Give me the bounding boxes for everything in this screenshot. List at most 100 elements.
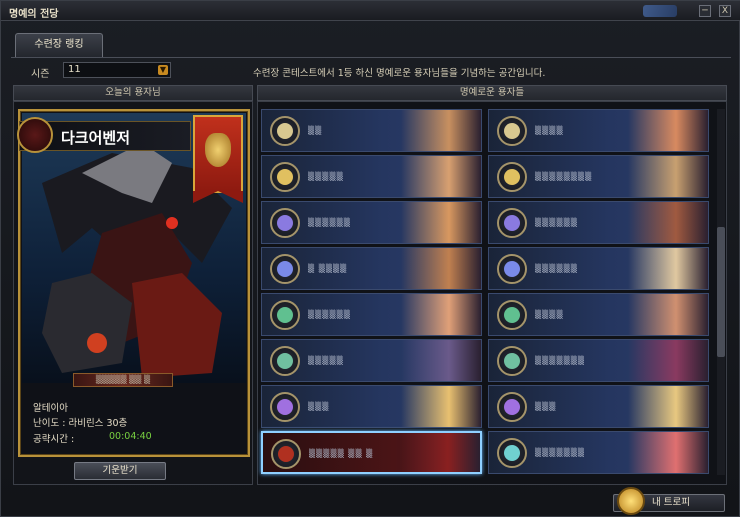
- character-portrait: [401, 340, 481, 381]
- rank-medal-icon: [270, 116, 300, 146]
- rank-medal-icon: [497, 392, 527, 422]
- rank-medal-icon: [497, 346, 527, 376]
- tab-divider: [11, 57, 731, 58]
- character-portrait: [628, 248, 708, 289]
- hero-clear-time-label: 공략시간 :: [33, 434, 75, 445]
- honored-entry[interactable]: ▒ ▒▒▒▒: [261, 247, 482, 290]
- season-label: 시즌: [31, 69, 50, 80]
- medal-gem-icon: [277, 169, 293, 185]
- trophy-icon: [617, 487, 645, 515]
- character-portrait: [400, 433, 480, 472]
- minimize-button[interactable]: ─: [699, 5, 711, 17]
- honored-entry[interactable]: ▒▒▒▒▒▒▒: [488, 431, 709, 474]
- honored-player-name: ▒▒▒▒▒▒▒: [535, 448, 586, 457]
- honored-player-name: ▒▒▒▒: [535, 126, 564, 135]
- season-value: 11: [68, 64, 81, 75]
- character-portrait: [628, 156, 708, 197]
- honored-entry[interactable]: ▒▒▒▒: [488, 109, 709, 152]
- honored-entry[interactable]: ▒▒▒▒▒▒: [261, 293, 482, 336]
- honored-player-name: ▒▒▒: [535, 402, 557, 411]
- character-portrait: [628, 202, 708, 243]
- rank-medal-icon: [497, 438, 527, 468]
- rank-medal-icon: [271, 439, 301, 469]
- honored-player-name: ▒▒▒▒▒▒: [535, 218, 578, 227]
- honored-entry[interactable]: ▒▒▒: [261, 385, 482, 428]
- rank-medal-icon: [497, 162, 527, 192]
- tab-training-ranking[interactable]: 수련장 랭킹: [15, 33, 103, 57]
- medal-gem-icon: [277, 353, 293, 369]
- honored-heroes-header: 명예로운 용자들: [257, 85, 727, 101]
- rank-medal-icon: [497, 254, 527, 284]
- honored-entry[interactable]: ▒▒▒▒▒▒▒: [488, 339, 709, 382]
- medal-gem-icon: [504, 215, 520, 231]
- honored-entry[interactable]: ▒▒▒▒▒ ▒▒ ▒: [261, 431, 482, 474]
- medal-gem-icon: [277, 215, 293, 231]
- honored-player-name: ▒ ▒▒▒▒: [308, 264, 348, 273]
- hero-clear-time-value: 00:04:40: [109, 431, 152, 442]
- hero-player-name: ▒▒▒▒▒ ▒▒ ▒: [73, 373, 173, 387]
- medal-gem-icon: [277, 261, 293, 277]
- scrollbar-thumb[interactable]: [717, 227, 725, 357]
- hall-of-fame-window: 명예의 전당 ─ X 수련장 랭킹 시즌 11 ▼ 수련장 콘테스트에서 1등 …: [0, 0, 740, 517]
- honored-entry[interactable]: ▒▒▒▒▒▒: [488, 201, 709, 244]
- game-logo-icon: [643, 5, 677, 17]
- receive-energy-button[interactable]: 기운받기: [74, 462, 166, 480]
- today-hero-header: 오늘의 용자님: [13, 85, 253, 101]
- chevron-down-icon[interactable]: ▼: [158, 65, 168, 75]
- hero-difficulty: 난이도 : 라비린스 30층: [33, 418, 128, 429]
- medal-gem-icon: [504, 261, 520, 277]
- honored-player-name: ▒▒▒▒▒▒: [308, 218, 351, 227]
- character-portrait: [628, 294, 708, 335]
- medal-gem-icon: [504, 169, 520, 185]
- honored-player-name: ▒▒: [308, 126, 323, 135]
- honored-player-name: ▒▒▒▒▒▒: [308, 310, 351, 319]
- character-portrait: [401, 156, 481, 197]
- medal-gem-icon: [504, 307, 520, 323]
- window-title: 명예의 전당: [9, 9, 59, 20]
- honored-entry[interactable]: ▒▒: [261, 109, 482, 152]
- character-portrait: [401, 248, 481, 289]
- character-portrait: [628, 340, 708, 381]
- medal-gem-icon: [277, 399, 293, 415]
- rank-medal-icon: [497, 116, 527, 146]
- season-dropdown[interactable]: 11 ▼: [63, 62, 171, 78]
- rank-medal-icon: [270, 254, 300, 284]
- honored-player-name: ▒▒▒▒▒▒▒▒: [535, 172, 593, 181]
- character-portrait: [628, 432, 708, 473]
- page-subtitle: 수련장 콘테스트에서 1등 하신 명예로운 용자님들을 기념하는 공간입니다.: [253, 68, 546, 79]
- rank-medal-icon: [270, 346, 300, 376]
- rank-medal-icon: [497, 300, 527, 330]
- honored-entry[interactable]: ▒▒▒▒▒▒: [488, 247, 709, 290]
- medal-gem-icon: [504, 123, 520, 139]
- rank-medal-icon: [270, 300, 300, 330]
- honored-player-name: ▒▒▒▒▒▒: [535, 264, 578, 273]
- rank-medal-icon: [270, 392, 300, 422]
- title-bar[interactable]: 명예의 전당 ─ X: [1, 1, 740, 21]
- honored-entry[interactable]: ▒▒▒▒▒: [261, 155, 482, 198]
- rank-medal-icon: [497, 208, 527, 238]
- character-portrait: [401, 110, 481, 151]
- class-emblem-icon: [17, 117, 53, 153]
- character-portrait: [401, 202, 481, 243]
- honored-player-name: ▒▒▒▒▒▒▒: [535, 356, 586, 365]
- character-portrait: [628, 386, 708, 427]
- honored-entry[interactable]: ▒▒▒▒▒▒▒▒: [488, 155, 709, 198]
- medal-gem-icon: [504, 399, 520, 415]
- honored-entry[interactable]: ▒▒▒▒▒: [261, 339, 482, 382]
- medal-gem-icon: [277, 307, 293, 323]
- honored-entry[interactable]: ▒▒▒: [488, 385, 709, 428]
- character-portrait: [401, 386, 481, 427]
- medal-gem-icon: [277, 123, 293, 139]
- medal-gem-icon: [504, 445, 520, 461]
- medal-gem-icon: [278, 446, 294, 462]
- rank-banner: [193, 115, 243, 203]
- character-portrait: [401, 294, 481, 335]
- honored-entry[interactable]: ▒▒▒▒▒▒: [261, 201, 482, 244]
- rank-medal-icon: [270, 208, 300, 238]
- honored-entry[interactable]: ▒▒▒▒: [488, 293, 709, 336]
- hero-character-name: 다크어벤저: [61, 129, 131, 147]
- honored-player-name: ▒▒▒▒▒: [308, 172, 344, 181]
- close-button[interactable]: X: [719, 5, 731, 17]
- rank-medal-icon: [270, 162, 300, 192]
- honored-player-name: ▒▒▒: [308, 402, 330, 411]
